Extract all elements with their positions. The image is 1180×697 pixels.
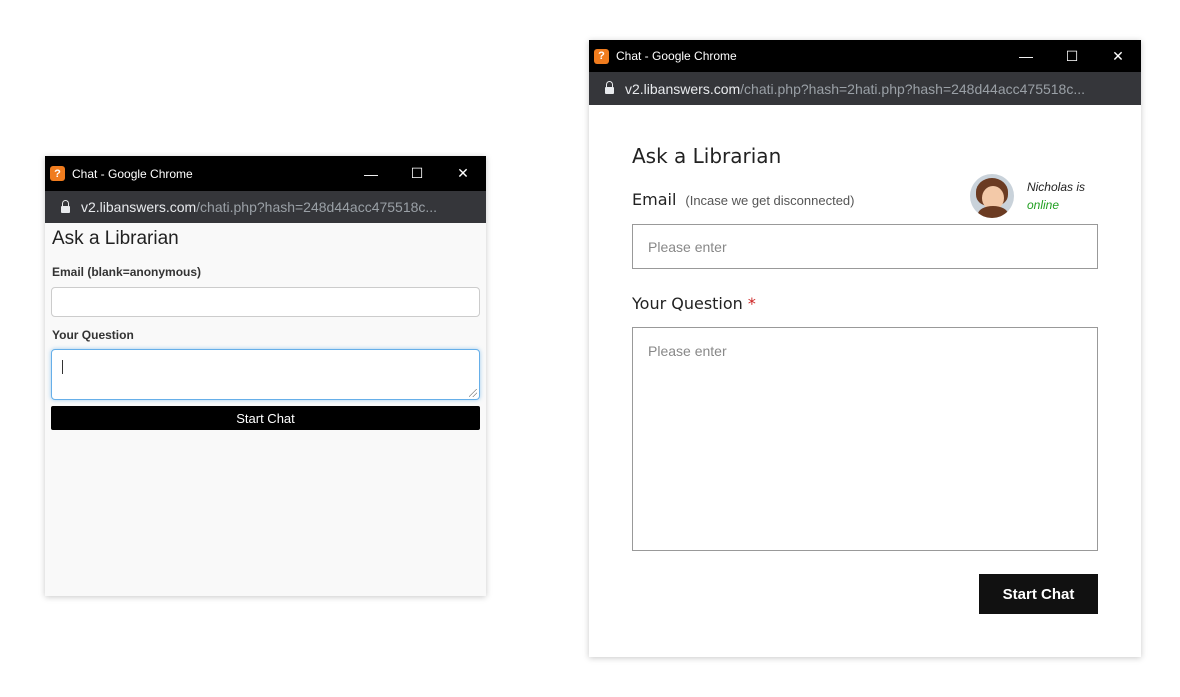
start-chat-button[interactable]: Start Chat: [51, 406, 480, 430]
address-bar[interactable]: v2.libanswers.com /chati.php?hash=2hati.…: [589, 72, 1141, 105]
required-mark: *: [747, 294, 756, 313]
agent-status: Nicholas is online: [969, 174, 1085, 218]
url-host: v2.libanswers.com: [81, 199, 197, 215]
email-field[interactable]: [51, 287, 480, 317]
window-titlebar[interactable]: ? Chat - Google Chrome — ☐ ✕: [589, 40, 1141, 72]
chat-app-icon: ?: [594, 48, 609, 64]
url-path: /chati.php?hash=248d44acc475518c...: [196, 199, 438, 215]
close-icon[interactable]: ✕: [440, 156, 486, 191]
window-title: Chat - Google Chrome: [616, 49, 737, 63]
avatar: [969, 174, 1014, 218]
agent-online-status: online: [1026, 198, 1059, 212]
chat-window-left: ? Chat - Google Chrome — ☐ ✕ v2.libanswe…: [45, 156, 486, 596]
lock-icon: [61, 199, 70, 213]
url-path: /chati.php?hash=2hati.php?hash=248d44acc…: [740, 80, 1086, 97]
maximize-icon[interactable]: ☐: [1049, 40, 1095, 72]
window-title: Chat - Google Chrome: [72, 166, 193, 181]
chat-form: Ask a Librarian Nicholas is online Email…: [589, 144, 1141, 614]
email-field[interactable]: Please enter: [632, 224, 1098, 269]
start-chat-button[interactable]: Start Chat: [979, 574, 1098, 614]
minimize-icon[interactable]: —: [348, 156, 394, 191]
text-caret: [62, 360, 63, 374]
minimize-icon[interactable]: —: [1003, 40, 1049, 72]
window-controls: — ☐ ✕: [348, 156, 486, 191]
chat-form: Ask a Librarian Email (blank=anonymous) …: [45, 228, 486, 430]
maximize-icon[interactable]: ☐: [394, 156, 440, 191]
window-titlebar[interactable]: ? Chat - Google Chrome — ☐ ✕: [45, 156, 486, 191]
question-field[interactable]: Please enter: [632, 327, 1098, 551]
question-label: Your Question: [632, 294, 743, 313]
url-host: v2.libanswers.com: [625, 80, 741, 97]
close-icon[interactable]: ✕: [1095, 40, 1141, 72]
email-label: Email: [632, 190, 677, 209]
question-label-row: Your Question *: [632, 294, 1098, 313]
window-controls: — ☐ ✕: [1003, 40, 1141, 72]
lock-icon: [605, 81, 614, 94]
address-bar[interactable]: v2.libanswers.com /chati.php?hash=248d44…: [45, 191, 486, 223]
email-note: (Incase we get disconnected): [685, 193, 855, 208]
email-label: Email (blank=anonymous): [52, 265, 202, 279]
agent-name: Nicholas is: [1026, 180, 1085, 194]
page-title: Ask a Librarian: [632, 144, 782, 168]
question-label: Your Question: [52, 328, 134, 342]
question-field[interactable]: [51, 349, 480, 400]
chat-window-right: ? Chat - Google Chrome — ☐ ✕ v2.libanswe…: [589, 40, 1141, 657]
resize-handle-icon[interactable]: [469, 389, 477, 397]
chat-app-icon: ?: [50, 166, 65, 181]
page-title: Ask a Librarian: [52, 228, 179, 249]
